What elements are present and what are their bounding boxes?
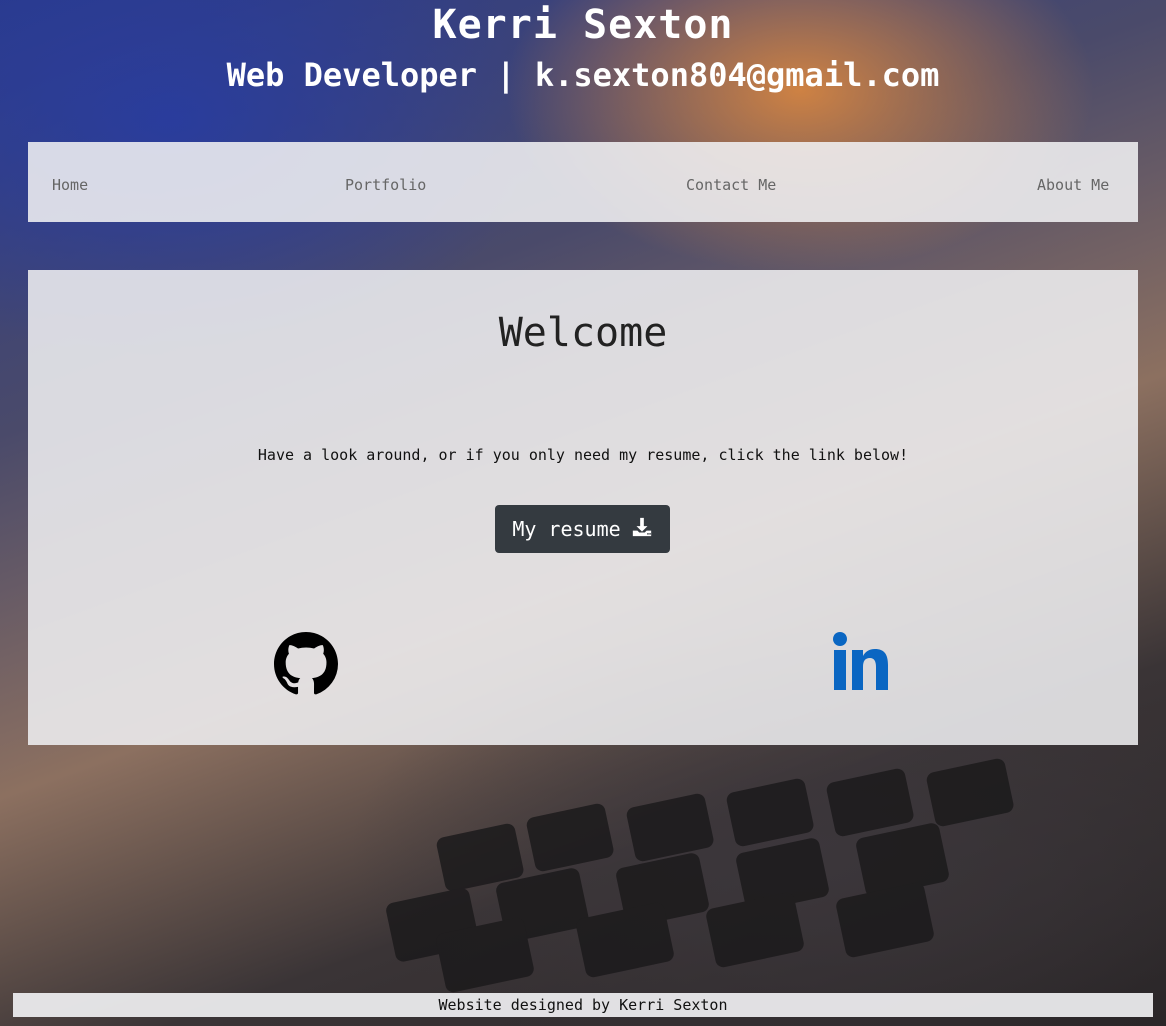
github-icon[interactable] <box>274 632 338 696</box>
linkedin-icon[interactable] <box>830 630 894 694</box>
footer-text: Website designed by Kerri Sexton <box>438 996 728 1014</box>
welcome-title: Welcome <box>498 310 668 356</box>
site-subtitle: Web Developer | k.sexton804@gmail.com <box>226 56 940 94</box>
welcome-message: Have a look around, or if you only need … <box>257 446 909 464</box>
welcome-panel: Welcome Have a look around, or if you on… <box>28 270 1138 745</box>
resume-download-button[interactable]: My resume <box>495 505 670 553</box>
page-footer: Website designed by Kerri Sexton <box>13 993 1153 1017</box>
nav-item-contact-me[interactable]: Contact Me <box>686 176 776 194</box>
nav-item-portfolio[interactable]: Portfolio <box>345 176 426 194</box>
site-owner-name: Kerri Sexton <box>432 2 734 48</box>
main-nav: Home Portfolio Contact Me About Me <box>28 142 1138 222</box>
resume-button-label: My resume <box>512 517 621 541</box>
download-icon <box>631 516 653 543</box>
nav-item-about-me[interactable]: About Me <box>1037 176 1109 194</box>
nav-item-home[interactable]: Home <box>52 176 88 194</box>
